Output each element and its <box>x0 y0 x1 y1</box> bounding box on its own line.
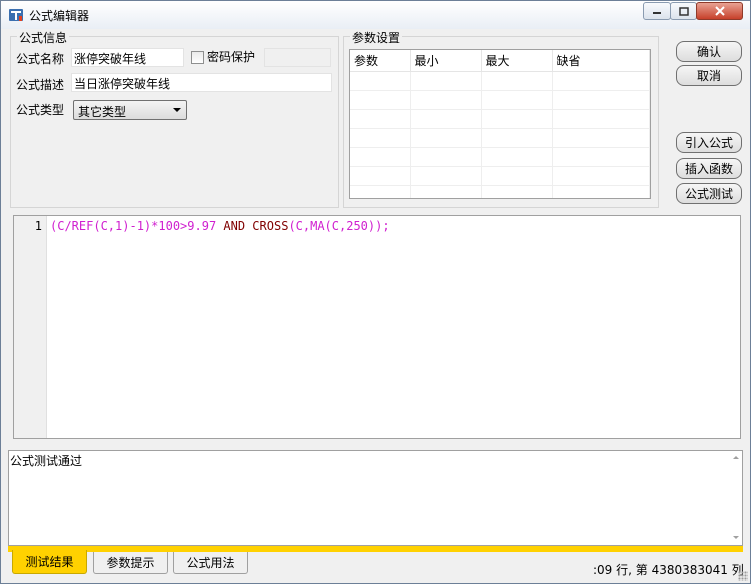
table-cell[interactable] <box>481 147 553 167</box>
table-cell[interactable] <box>350 166 411 186</box>
tab-param-hint[interactable]: 参数提示 <box>93 552 168 574</box>
password-label: 密码保护 <box>207 50 256 64</box>
import-formula-button[interactable]: 引入公式 <box>676 132 742 153</box>
params-table[interactable]: 参数 最小 最大 缺省 <box>349 49 651 199</box>
table-row[interactable] <box>350 109 650 129</box>
table-cell[interactable] <box>410 90 482 110</box>
test-output-text: 公式测试通过 <box>10 454 83 468</box>
formula-type-select[interactable]: 其它类型 <box>73 100 187 120</box>
table-cell[interactable] <box>350 185 411 198</box>
test-formula-button[interactable]: 公式测试 <box>676 183 742 204</box>
title-bar: 公式编辑器 <box>1 1 750 29</box>
table-cell[interactable] <box>410 185 482 198</box>
table-cell[interactable] <box>481 109 553 129</box>
table-cell[interactable] <box>410 147 482 167</box>
formula-type-value: 其它类型 <box>78 105 127 119</box>
table-row[interactable] <box>350 71 650 91</box>
table-cell[interactable] <box>481 166 553 186</box>
formula-app-icon <box>9 9 23 21</box>
close-button[interactable] <box>696 2 743 20</box>
params-title: 参数设置 <box>350 29 403 46</box>
table-cell[interactable] <box>552 166 650 186</box>
minimize-button[interactable] <box>643 2 671 20</box>
maximize-icon <box>678 6 689 16</box>
minimize-icon <box>653 12 661 14</box>
code-args: (C,MA(C,250)); <box>288 219 390 233</box>
tab-test-result[interactable]: 测试结果 <box>12 550 87 574</box>
formula-name-input[interactable]: 涨停突破年线 <box>71 48 184 67</box>
table-cell[interactable] <box>552 71 650 91</box>
code-expression: (C/REF(C,1)-1)*100>9.97 <box>50 219 224 233</box>
table-cell[interactable] <box>410 109 482 129</box>
table-cell[interactable] <box>552 147 650 167</box>
insert-function-button[interactable]: 插入函数 <box>676 158 742 179</box>
params-header-row: 参数 最小 最大 缺省 <box>350 50 650 72</box>
table-cell[interactable] <box>481 185 553 198</box>
table-row[interactable] <box>350 185 650 198</box>
table-cell[interactable] <box>552 128 650 148</box>
code-editor[interactable]: 1 (C/REF(C,1)-1)*100>9.97 AND CROSS(C,MA… <box>13 215 741 439</box>
params-col-min: 最小 <box>410 50 482 72</box>
test-output-area[interactable]: 公式测试通过 <box>8 450 743 546</box>
table-row[interactable] <box>350 90 650 110</box>
table-cell[interactable] <box>350 109 411 129</box>
params-col-name: 参数 <box>350 50 411 72</box>
code-function-cross: CROSS <box>245 219 289 233</box>
cancel-button[interactable]: 取消 <box>676 65 742 86</box>
formula-name-label: 公式名称 <box>16 52 65 66</box>
tab-formula-usage[interactable]: 公式用法 <box>173 552 248 574</box>
table-cell[interactable] <box>481 128 553 148</box>
table-cell[interactable] <box>410 71 482 91</box>
scroll-up-icon[interactable] <box>733 456 739 459</box>
maximize-button[interactable] <box>670 2 697 20</box>
formula-desc-input[interactable]: 当日涨停突破年线 <box>71 73 332 92</box>
params-col-default: 缺省 <box>552 50 650 72</box>
code-line[interactable]: (C/REF(C,1)-1)*100>9.97 AND CROSS(C,MA(C… <box>50 219 390 233</box>
formula-editor-window: 公式编辑器 公式信息 公式名称 涨停突破年线 密码保护 公式描述 当日涨停突破年… <box>0 0 751 584</box>
params-col-max: 最大 <box>481 50 553 72</box>
formula-desc-label: 公式描述 <box>16 78 65 92</box>
table-cell[interactable] <box>410 166 482 186</box>
dropdown-arrow-icon <box>173 108 181 112</box>
table-cell[interactable] <box>481 90 553 110</box>
password-checkbox[interactable] <box>191 51 204 64</box>
code-keyword-and: AND <box>223 219 246 233</box>
table-row[interactable] <box>350 166 650 186</box>
table-cell[interactable] <box>552 90 650 110</box>
table-cell[interactable] <box>350 147 411 167</box>
cursor-position-status: :09 行, 第 4380383041 列 <box>593 563 744 577</box>
formula-type-label: 公式类型 <box>16 103 65 117</box>
table-cell[interactable] <box>552 185 650 198</box>
table-cell[interactable] <box>552 109 650 129</box>
table-cell[interactable] <box>350 128 411 148</box>
line-gutter: 1 <box>14 216 47 438</box>
close-icon <box>714 6 725 16</box>
table-row[interactable] <box>350 147 650 167</box>
table-cell[interactable] <box>350 90 411 110</box>
formula-info-title: 公式信息 <box>17 29 70 46</box>
line-number: 1 <box>34 219 42 233</box>
table-cell[interactable] <box>481 71 553 91</box>
table-cell[interactable] <box>350 71 411 91</box>
scroll-down-icon[interactable] <box>733 536 739 539</box>
resize-grip-icon[interactable] <box>738 571 748 581</box>
window-title: 公式编辑器 <box>29 9 90 23</box>
confirm-button[interactable]: 确认 <box>676 41 742 62</box>
table-row[interactable] <box>350 128 650 148</box>
password-input[interactable] <box>264 48 331 67</box>
table-cell[interactable] <box>410 128 482 148</box>
